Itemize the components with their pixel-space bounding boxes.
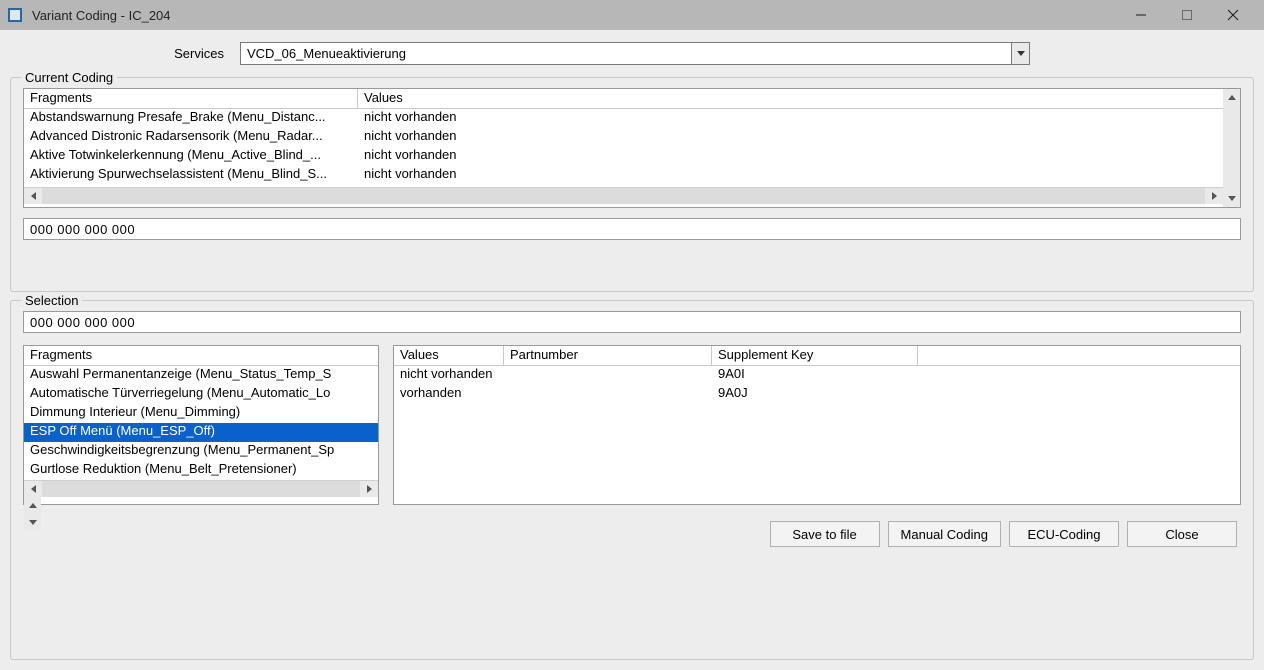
current-coding-legend: Current Coding (21, 70, 117, 85)
table-row[interactable]: Advanced Distronic Radarsensorik (Menu_R… (24, 128, 1223, 147)
list-item[interactable]: Geschwindigkeitsbegrenzung (Menu_Permane… (24, 442, 378, 461)
table-row[interactable]: Abstandswarnung Presafe_Brake (Menu_Dist… (24, 109, 1223, 128)
save-to-file-button[interactable]: Save to file (770, 521, 880, 547)
values-table[interactable]: Values Partnumber Supplement Key nicht v… (393, 345, 1241, 505)
list-item[interactable]: Auswahl Permanentanzeige (Menu_Status_Te… (24, 366, 378, 385)
scroll-left-icon[interactable] (24, 188, 42, 204)
selection-group: Selection 000 000 000 000 Fragments Ausw… (10, 300, 1254, 660)
client-area: Services VCD_06_Menueaktivierung Current… (0, 30, 1264, 670)
manual-coding-button[interactable]: Manual Coding (888, 521, 1001, 547)
list-item-selected[interactable]: ESP Off Menü (Menu_ESP_Off) (24, 423, 378, 442)
close-window-button[interactable] (1210, 0, 1256, 30)
scroll-right-icon[interactable] (1205, 188, 1223, 204)
scroll-right-icon[interactable] (360, 481, 378, 497)
v-scrollbar[interactable] (24, 497, 41, 531)
col-values[interactable]: Values (394, 346, 504, 365)
services-combobox-value: VCD_06_Menueaktivierung (241, 43, 1011, 64)
col-fragments[interactable]: Fragments (24, 346, 378, 365)
current-coding-headers: Fragments Values (24, 89, 1223, 109)
chevron-down-icon[interactable] (1011, 43, 1029, 64)
col-values[interactable]: Values (358, 89, 1223, 108)
list-item[interactable]: Dimmung Interieur (Menu_Dimming) (24, 404, 378, 423)
maximize-button[interactable] (1164, 0, 1210, 30)
services-combobox[interactable]: VCD_06_Menueaktivierung (240, 42, 1030, 65)
col-partnumber[interactable]: Partnumber (504, 346, 712, 365)
table-row[interactable]: nicht vorhanden 9A0I (394, 366, 1240, 385)
list-item[interactable]: Gurtlose Reduktion (Menu_Belt_Pretension… (24, 461, 378, 480)
table-row[interactable]: vorhanden 9A0J (394, 385, 1240, 404)
services-row: Services VCD_06_Menueaktivierung (10, 38, 1254, 69)
scroll-up-icon[interactable] (24, 497, 41, 514)
scroll-down-icon[interactable] (1223, 190, 1240, 207)
app-icon (8, 8, 22, 22)
current-coding-group: Current Coding Fragments Values Abstands… (10, 77, 1254, 292)
scroll-up-icon[interactable] (1223, 89, 1240, 106)
selection-hex[interactable]: 000 000 000 000 (23, 311, 1241, 333)
col-fragments[interactable]: Fragments (24, 89, 358, 108)
fragments-list[interactable]: Fragments Auswahl Permanentanzeige (Menu… (23, 345, 379, 505)
col-supplement-key[interactable]: Supplement Key (712, 346, 918, 365)
current-coding-hex[interactable]: 000 000 000 000 (23, 218, 1241, 240)
v-scrollbar[interactable] (1223, 89, 1240, 207)
minimize-button[interactable] (1118, 0, 1164, 30)
ecu-coding-button[interactable]: ECU-Coding (1009, 521, 1119, 547)
scroll-down-icon[interactable] (24, 514, 41, 531)
selection-legend: Selection (21, 293, 82, 308)
table-row[interactable]: Aktive Totwinkelerkennung (Menu_Active_B… (24, 147, 1223, 166)
col-empty (918, 346, 1240, 365)
table-row[interactable]: Aktivierung Spurwechselassistent (Menu_B… (24, 166, 1223, 185)
h-scrollbar[interactable] (24, 480, 378, 497)
list-item[interactable]: Automatische Türverriegelung (Menu_Autom… (24, 385, 378, 404)
window-controls (1118, 0, 1256, 30)
services-label: Services (10, 46, 240, 61)
scroll-left-icon[interactable] (24, 481, 42, 497)
current-coding-list[interactable]: Fragments Values Abstandswarnung Presafe… (23, 88, 1241, 208)
h-scrollbar[interactable] (24, 187, 1223, 204)
close-button[interactable]: Close (1127, 521, 1237, 547)
title-bar: Variant Coding - IC_204 (0, 0, 1264, 30)
window-title: Variant Coding - IC_204 (32, 8, 171, 23)
button-bar: Save to file Manual Coding ECU-Coding Cl… (23, 517, 1241, 547)
